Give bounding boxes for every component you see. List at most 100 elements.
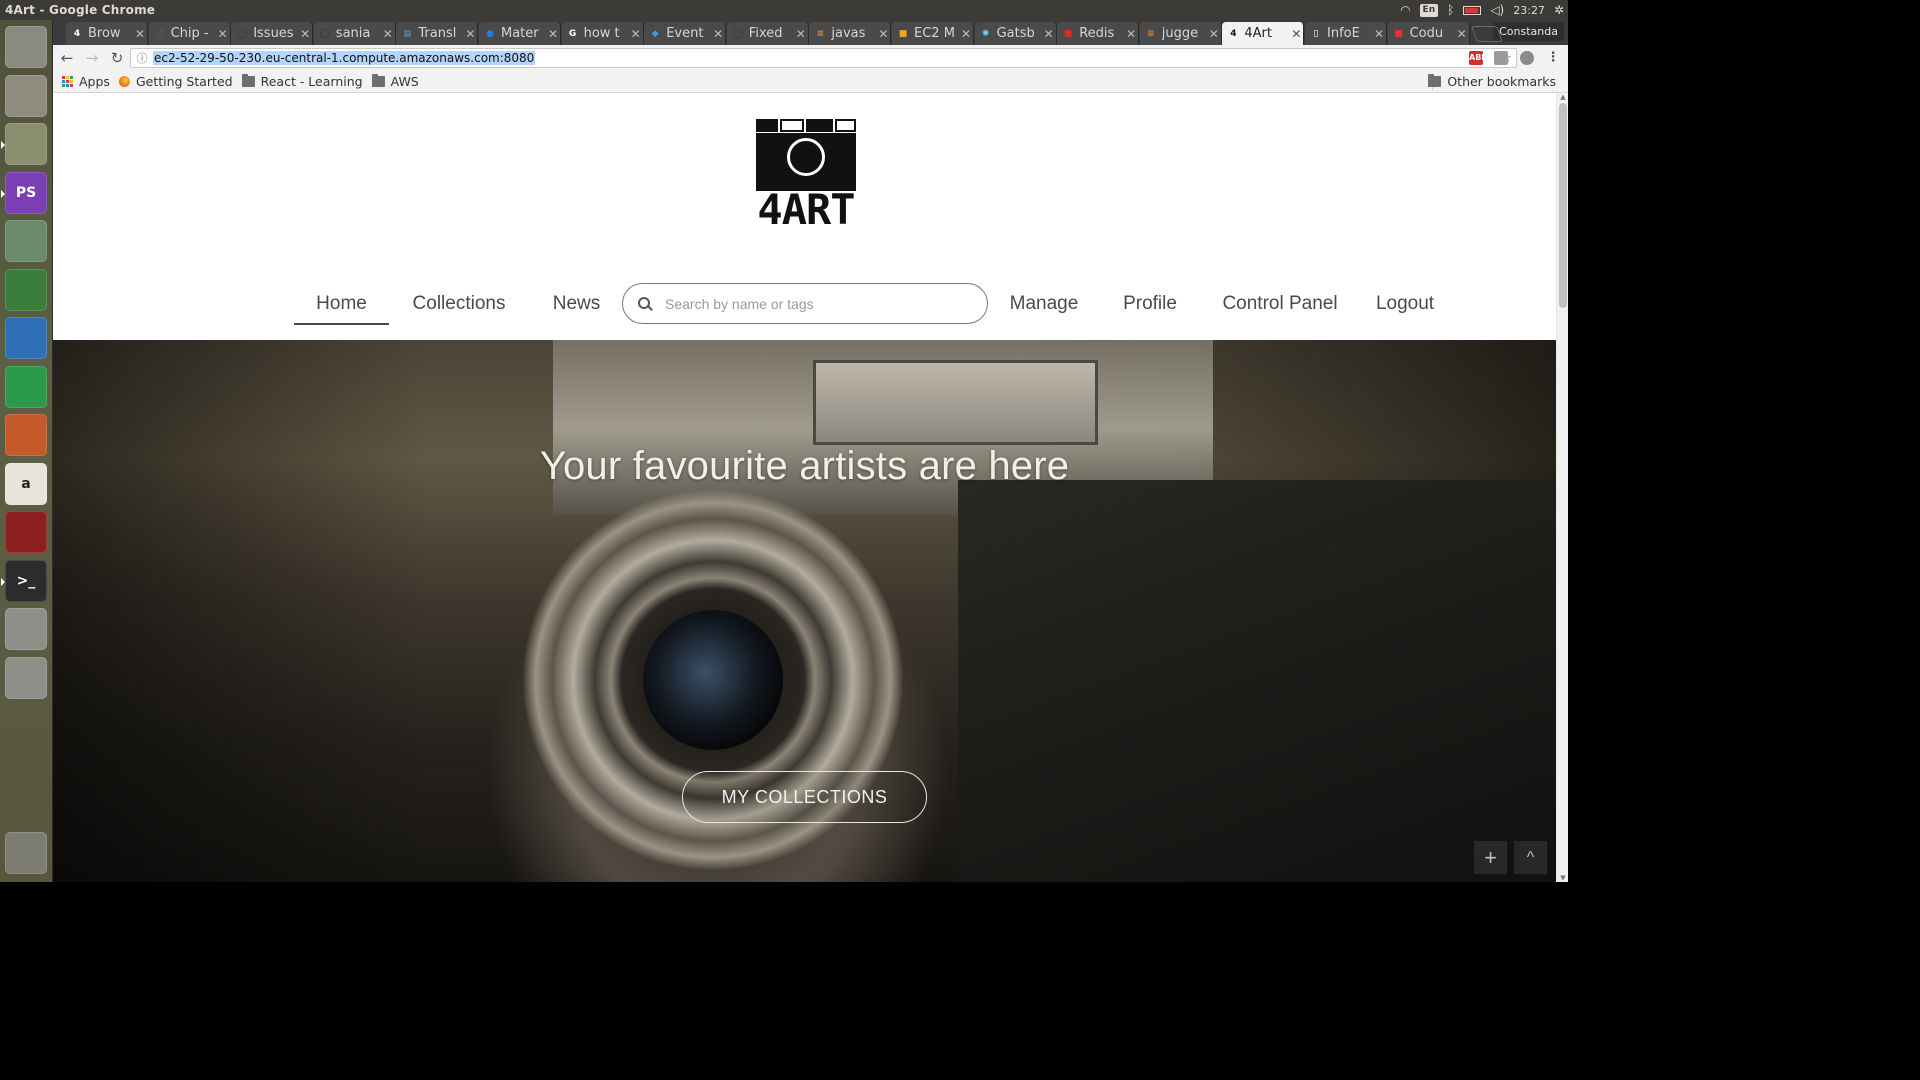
search-input[interactable]: [665, 295, 965, 312]
tab-close-icon[interactable]: ✕: [794, 27, 808, 41]
bookmark-folder-react-learning[interactable]: React - Learning: [241, 74, 363, 89]
chrome-menu-icon[interactable]: ⋮: [1546, 51, 1560, 65]
adblock-extension-icon[interactable]: ABP: [1469, 51, 1487, 65]
launcher-app-label: PS: [15, 184, 37, 201]
scroll-top-icon[interactable]: ^: [1514, 841, 1547, 874]
drive-icon[interactable]: [5, 608, 47, 650]
system-tray: ◠ En ᛒ ◁) 23:27 ✲: [1400, 0, 1564, 20]
other-bookmarks-folder[interactable]: Other bookmarks: [1428, 74, 1556, 89]
scrollbar-thumb[interactable]: [1559, 103, 1567, 308]
clock[interactable]: 23:27: [1513, 4, 1545, 17]
tab-close-icon[interactable]: ✕: [546, 27, 560, 41]
mongodb-compass-icon[interactable]: [5, 268, 47, 311]
other-bookmarks-label: Other bookmarks: [1447, 74, 1556, 89]
tab-close-icon[interactable]: ✕: [1372, 27, 1386, 41]
tab-close-icon[interactable]: ✕: [876, 27, 890, 41]
browser-tab[interactable]: ■ Redis ✕: [1057, 22, 1140, 45]
browser-tab[interactable]: ▯ InfoE ✕: [1305, 22, 1387, 45]
forward-arrow-icon[interactable]: →: [81, 47, 103, 69]
android-studio-icon[interactable]: [5, 220, 47, 262]
browser-tab[interactable]: ↺ Chip - ✕: [148, 22, 231, 45]
add-icon[interactable]: +: [1474, 841, 1507, 874]
nav-manage[interactable]: Manage: [1005, 283, 1083, 325]
address-bar[interactable]: ⓘ ec2-52-29-50-230.eu-central-1.compute.…: [130, 48, 1517, 68]
new-tab-button[interactable]: [1471, 26, 1504, 42]
browser-tab[interactable]: ≡ javas ✕: [809, 22, 892, 45]
info-icon[interactable]: ⓘ: [134, 50, 150, 66]
browser-tab[interactable]: 4 Brow ✕: [66, 22, 148, 45]
files-icon[interactable]: [5, 74, 47, 117]
my-collections-button[interactable]: MY COLLECTIONS: [682, 771, 927, 823]
profile-chip[interactable]: Constanda: [1493, 22, 1564, 41]
nav-collections[interactable]: Collections: [408, 283, 510, 325]
browser-tab[interactable]: ● Mater ✕: [479, 22, 561, 45]
volume-icon[interactable]: ◁): [1490, 0, 1504, 20]
trash-icon[interactable]: [5, 832, 47, 874]
browser-tab[interactable]: ■ EC2 M ✕: [892, 22, 974, 45]
phpstorm-icon[interactable]: PS: [1, 171, 47, 214]
reload-icon[interactable]: ↻: [106, 47, 128, 69]
tab-close-icon[interactable]: ✕: [381, 27, 395, 41]
browser-tab[interactable]: ✺ Gatsb ✕: [974, 22, 1057, 45]
nav-control-panel[interactable]: Control Panel: [1219, 283, 1341, 325]
firefox-icon: [118, 76, 130, 87]
wifi-icon[interactable]: ◠: [1400, 0, 1410, 20]
browser-tab[interactable]: ◯ Fixed ✕: [726, 22, 809, 45]
libreoffice-impress-icon[interactable]: [5, 414, 47, 456]
drive-2-icon[interactable]: [5, 656, 47, 699]
nav-profile[interactable]: Profile: [1119, 283, 1181, 325]
tab-close-icon[interactable]: ✕: [1042, 27, 1056, 41]
gear-icon[interactable]: ✲: [1554, 0, 1564, 20]
system-settings-icon[interactable]: [5, 511, 47, 553]
extension-circle-icon[interactable]: [1520, 51, 1534, 65]
back-arrow-icon[interactable]: ←: [56, 47, 78, 69]
nav-news[interactable]: News: [547, 283, 606, 325]
browser-tab[interactable]: Ghow t ✕: [561, 22, 644, 45]
page-scrollbar[interactable]: ▲ ▼: [1556, 93, 1568, 882]
terminal-icon[interactable]: >_: [1, 559, 47, 602]
tab-label: Event: [666, 26, 704, 41]
tab-close-icon[interactable]: ✕: [711, 27, 725, 41]
amazon-icon[interactable]: a: [5, 462, 47, 505]
extension-grid-icon[interactable]: [1494, 51, 1508, 65]
libreoffice-calc-icon[interactable]: [5, 365, 47, 408]
bookmark-getting-started[interactable]: Getting Started: [118, 74, 233, 89]
browser-tab[interactable]: ◆ Event ✕: [644, 22, 727, 45]
bookmark-label: Getting Started: [135, 74, 233, 89]
tab-label: Mater: [501, 26, 539, 41]
chrome-icon[interactable]: [1, 123, 47, 165]
browser-tab[interactable]: ◯ sania ✕: [313, 22, 396, 45]
tab-close-icon[interactable]: ✕: [1289, 27, 1303, 41]
battery-icon[interactable]: [1463, 5, 1482, 15]
nav-logout[interactable]: Logout: [1373, 283, 1437, 325]
tab-close-icon[interactable]: ✕: [1124, 27, 1138, 41]
browser-tab[interactable]: 4 4Art ✕: [1222, 22, 1305, 45]
tab-close-icon[interactable]: ✕: [216, 27, 230, 41]
browser-tab[interactable]: ◯ Issues ✕: [231, 22, 314, 45]
site-logo[interactable]: 4ART: [756, 119, 856, 234]
tab-strip: Constanda 4 Brow ✕ ↺ Chip - ✕ ◯ Issues ✕ ◯ sania ✕ ▦…: [53, 20, 1568, 45]
tab-favicon-icon: ●: [486, 28, 494, 39]
keyboard-layout-indicator[interactable]: En: [1419, 3, 1439, 17]
tab-close-icon[interactable]: ✕: [1455, 27, 1469, 41]
ubuntu-dash-icon[interactable]: [5, 26, 47, 68]
scroll-down-arrow-icon[interactable]: ▼: [1557, 874, 1569, 882]
tab-close-icon[interactable]: ✕: [629, 27, 643, 41]
bookmark-apps[interactable]: Apps: [62, 74, 110, 89]
tab-close-icon[interactable]: ✕: [133, 27, 147, 41]
tab-close-icon[interactable]: ✕: [298, 27, 312, 41]
browser-tab[interactable]: ≡ jugge ✕: [1139, 22, 1222, 45]
browser-tab[interactable]: ■ Codu ✕: [1387, 22, 1470, 45]
nav-home[interactable]: Home: [294, 283, 389, 325]
bookmark-folder-aws[interactable]: AWS: [371, 74, 419, 89]
bluetooth-icon[interactable]: ᛒ: [1447, 0, 1454, 20]
tab-close-icon[interactable]: ✕: [1207, 27, 1221, 41]
tab-close-icon[interactable]: ✕: [959, 27, 973, 41]
tab-close-icon[interactable]: ✕: [463, 27, 477, 41]
tab-favicon-icon: ≡: [816, 28, 825, 39]
url-text[interactable]: ec2-52-29-50-230.eu-central-1.compute.am…: [153, 51, 536, 65]
browser-tab[interactable]: ▦ Transl ✕: [396, 22, 479, 45]
libreoffice-writer-icon[interactable]: [5, 317, 47, 359]
scroll-up-arrow-icon[interactable]: ▲: [1557, 93, 1569, 101]
search-bar[interactable]: [622, 283, 988, 324]
